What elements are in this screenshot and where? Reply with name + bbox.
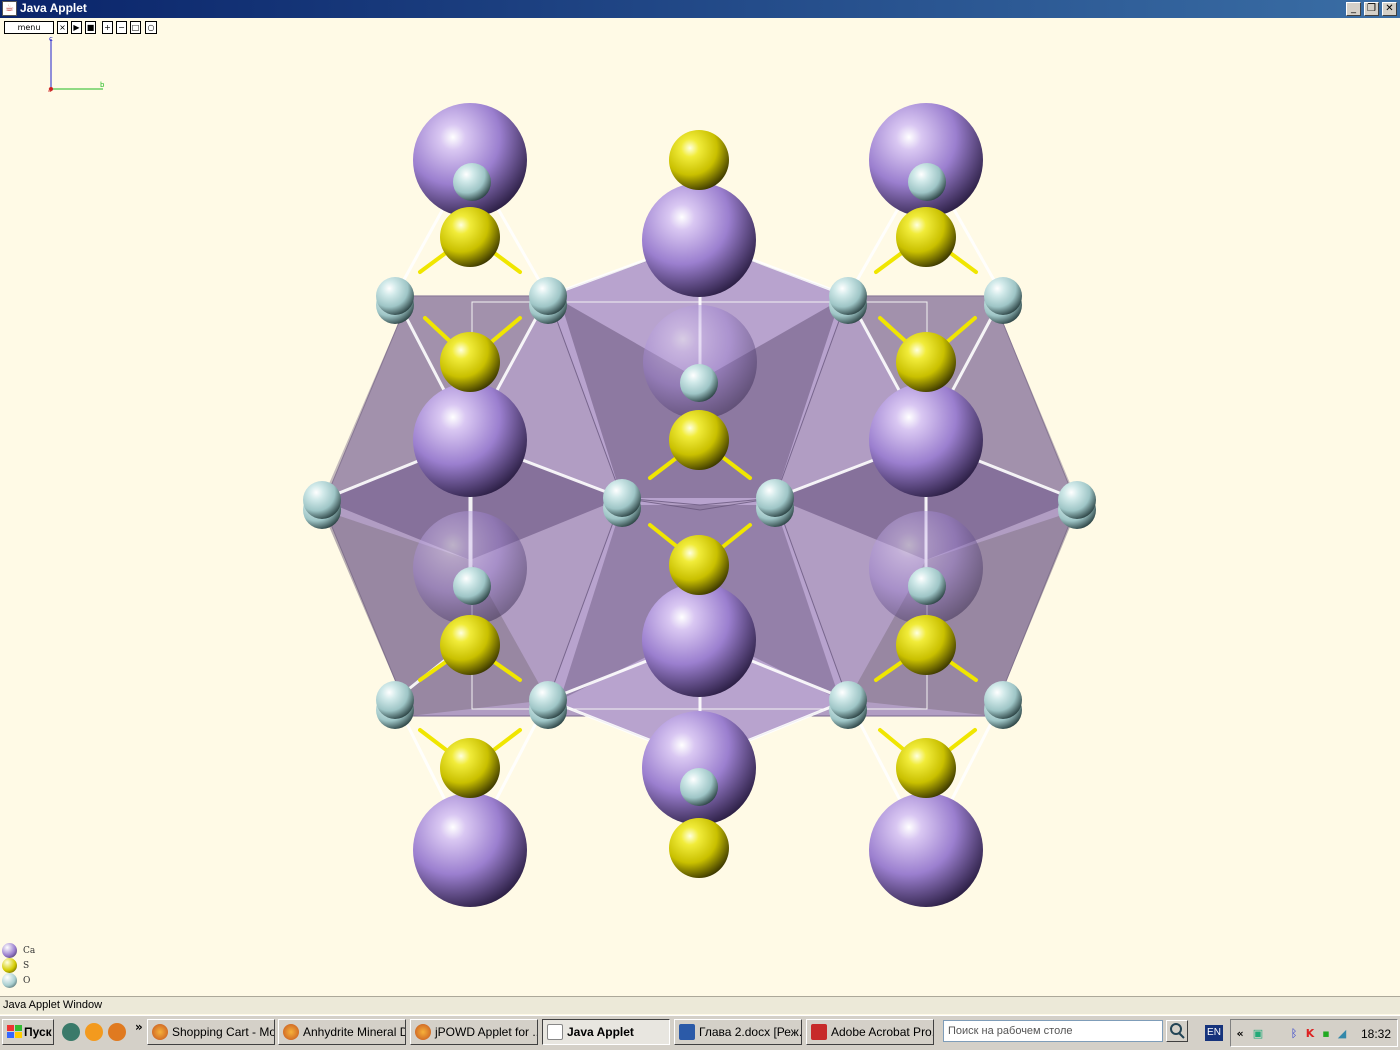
task-label: Anhydrite Mineral D... — [303, 1025, 405, 1039]
o-swatch-icon — [2, 973, 17, 988]
java-icon — [547, 1024, 563, 1040]
word-icon — [679, 1024, 695, 1040]
app-launch-icon[interactable] — [108, 1023, 126, 1041]
calcium-atom — [642, 583, 756, 697]
system-tray: « ▣ ᛒ K ▪ ◢ 18:32 — [1230, 1019, 1398, 1047]
sulfur-atom — [669, 818, 729, 878]
start-button[interactable]: Пуск — [2, 1019, 54, 1045]
firefox-icon — [415, 1024, 431, 1040]
task-acrobat[interactable]: Adobe Acrobat Pro... — [806, 1019, 934, 1045]
acrobat-icon — [811, 1024, 827, 1040]
calcium-atom — [413, 793, 527, 907]
search-icon — [1170, 1023, 1185, 1039]
desktop-search-input[interactable]: Поиск на рабочем столе — [943, 1020, 1163, 1042]
search-placeholder: Поиск на рабочем столе — [948, 1025, 1073, 1037]
legend-label: S — [23, 961, 30, 971]
task-jpowd[interactable]: jPOWD Applet for ... — [410, 1019, 538, 1045]
network-tray-icon[interactable]: ▣ — [1251, 1027, 1265, 1041]
windows-flag-icon — [7, 1025, 23, 1039]
taskbar: Пуск » Shopping Cart - Mo... Anhydrite M… — [0, 1015, 1400, 1050]
language-indicator[interactable]: EN — [1205, 1025, 1223, 1041]
start-label: Пуск — [24, 1025, 52, 1039]
task-java-applet[interactable]: Java Applet — [542, 1019, 670, 1045]
bluetooth-icon[interactable]: ᛒ — [1287, 1027, 1301, 1041]
sulfur-atom — [440, 207, 500, 267]
sulfur-atom — [896, 207, 956, 267]
task-label: Adobe Acrobat Pro... — [831, 1025, 934, 1039]
s-swatch-icon — [2, 958, 17, 973]
sulfur-atom — [669, 410, 729, 470]
calcium-atom — [869, 383, 983, 497]
legend-label: O — [23, 976, 31, 986]
legend-item-ca: Ca — [2, 943, 62, 958]
firefox-icon — [283, 1024, 299, 1040]
calcium-atom — [869, 793, 983, 907]
sulfur-atom — [896, 615, 956, 675]
tray-expand-chevron[interactable]: « — [1233, 1027, 1247, 1041]
search-button[interactable] — [1166, 1020, 1188, 1042]
task-anhydrite[interactable]: Anhydrite Mineral D... — [278, 1019, 406, 1045]
antivirus-icon[interactable]: K — [1303, 1027, 1317, 1041]
network-icon[interactable] — [62, 1023, 80, 1041]
sulfur-atom — [440, 615, 500, 675]
status-bar: Java Applet Window — [0, 996, 1400, 1014]
legend-label: Ca — [23, 946, 36, 956]
sulfur-atom — [440, 332, 500, 392]
connection-icon[interactable]: ▪ — [1319, 1027, 1333, 1041]
task-label: Глава 2.docx [Реж... — [699, 1025, 802, 1039]
quick-launch-chevron[interactable]: » — [135, 1020, 143, 1034]
sulfur-atom — [440, 738, 500, 798]
volume-icon[interactable]: ◢ — [1335, 1027, 1349, 1041]
task-word-doc[interactable]: Глава 2.docx [Реж... — [674, 1019, 802, 1045]
sulfur-atom — [669, 130, 729, 190]
task-label: Shopping Cart - Mo... — [172, 1025, 275, 1039]
task-label: Java Applet — [567, 1025, 634, 1039]
task-label: jPOWD Applet for ... — [435, 1025, 538, 1039]
sulfur-atom — [896, 332, 956, 392]
firefox-launch-icon[interactable] — [85, 1023, 103, 1041]
legend-item-s: S — [2, 958, 62, 973]
task-shopping-cart[interactable]: Shopping Cart - Mo... — [147, 1019, 275, 1045]
ca-swatch-icon — [2, 943, 17, 958]
sulfur-atom — [669, 535, 729, 595]
sulfur-atom — [896, 738, 956, 798]
clock: 18:32 — [1360, 1027, 1391, 1041]
status-text: Java Applet Window — [3, 999, 103, 1011]
crystal-structure-view[interactable] — [0, 0, 1400, 995]
calcium-atom — [413, 383, 527, 497]
legend-item-o: O — [2, 973, 62, 988]
calcium-atom — [642, 183, 756, 297]
firefox-icon — [152, 1024, 168, 1040]
